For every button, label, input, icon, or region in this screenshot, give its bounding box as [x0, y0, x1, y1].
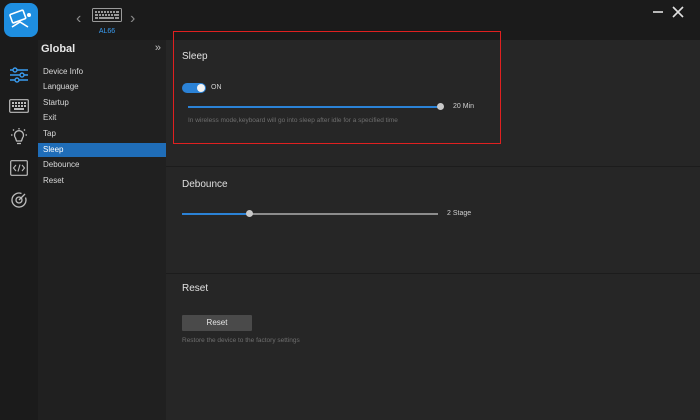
debounce-title: Debounce [182, 179, 228, 190]
sidebar-macro[interactable] [8, 157, 30, 179]
sleep-slider[interactable] [188, 103, 444, 110]
collapse-submenu-button[interactable]: » [155, 42, 161, 54]
bulb-icon [11, 128, 27, 145]
slider-thumb[interactable] [437, 103, 444, 110]
sidebar-global-settings[interactable] [8, 64, 30, 86]
settings-submenu: Global » Device Info Language Startup Ex… [38, 40, 166, 420]
debounce-slider-value: 2 Stage [447, 210, 472, 217]
menu-item-exit[interactable]: Exit [38, 111, 166, 125]
icon-sidebar [0, 40, 38, 420]
minus-icon [653, 11, 663, 13]
sleep-toggle[interactable] [182, 83, 206, 93]
reset-title: Reset [182, 283, 209, 294]
slider-fill [182, 213, 249, 215]
close-button[interactable] [672, 6, 684, 22]
menu-item-tap[interactable]: Tap [38, 127, 166, 141]
debounce-section: Debounce 2 Stage [166, 167, 700, 273]
menu-item-language[interactable]: Language [38, 80, 166, 94]
sidebar-performance[interactable] [8, 189, 30, 211]
prev-device-button[interactable]: ‹ [76, 11, 81, 27]
keyboard-icon [9, 99, 29, 113]
reset-button[interactable]: Reset [182, 315, 252, 331]
sliders-icon [10, 67, 28, 83]
close-icon [672, 6, 684, 18]
device-selector[interactable]: AL66 [92, 8, 122, 35]
reset-section: Reset Reset Restore the device to the fa… [166, 274, 700, 420]
menu-item-debounce[interactable]: Debounce [38, 158, 166, 172]
menu-item-startup[interactable]: Startup [38, 96, 166, 110]
sleep-section: Sleep ON 20 Min In wireless mode,keyboar… [166, 40, 700, 166]
debounce-slider[interactable] [182, 210, 438, 217]
target-icon [11, 192, 27, 208]
slider-fill [188, 106, 440, 108]
code-icon [10, 160, 28, 176]
next-device-button[interactable]: › [130, 11, 135, 27]
app-logo [4, 3, 38, 37]
slider-thumb[interactable] [245, 210, 253, 217]
sidebar-lighting[interactable] [8, 126, 30, 148]
sleep-hint: In wireless mode,keyboard will go into s… [188, 117, 398, 124]
minimize-button[interactable] [652, 6, 664, 22]
menu-item-device-info[interactable]: Device Info [38, 65, 166, 79]
menu-item-reset[interactable]: Reset [38, 174, 166, 188]
toggle-knob [197, 84, 205, 92]
menu-item-sleep[interactable]: Sleep [38, 143, 166, 157]
sleep-slider-value: 20 Min [453, 103, 475, 110]
title-bar: ‹ AL66 › [0, 0, 700, 40]
device-name: AL66 [98, 28, 116, 35]
sidebar-keyboard[interactable] [8, 95, 30, 117]
sleep-title: Sleep [182, 51, 208, 62]
reset-hint: Restore the device to the factory settin… [182, 337, 300, 344]
sleep-toggle-label: ON [211, 84, 222, 91]
main-panel: Sleep ON 20 Min In wireless mode,keyboar… [166, 40, 700, 420]
submenu-title: Global [41, 43, 76, 55]
keyboard-device-icon [92, 8, 122, 22]
